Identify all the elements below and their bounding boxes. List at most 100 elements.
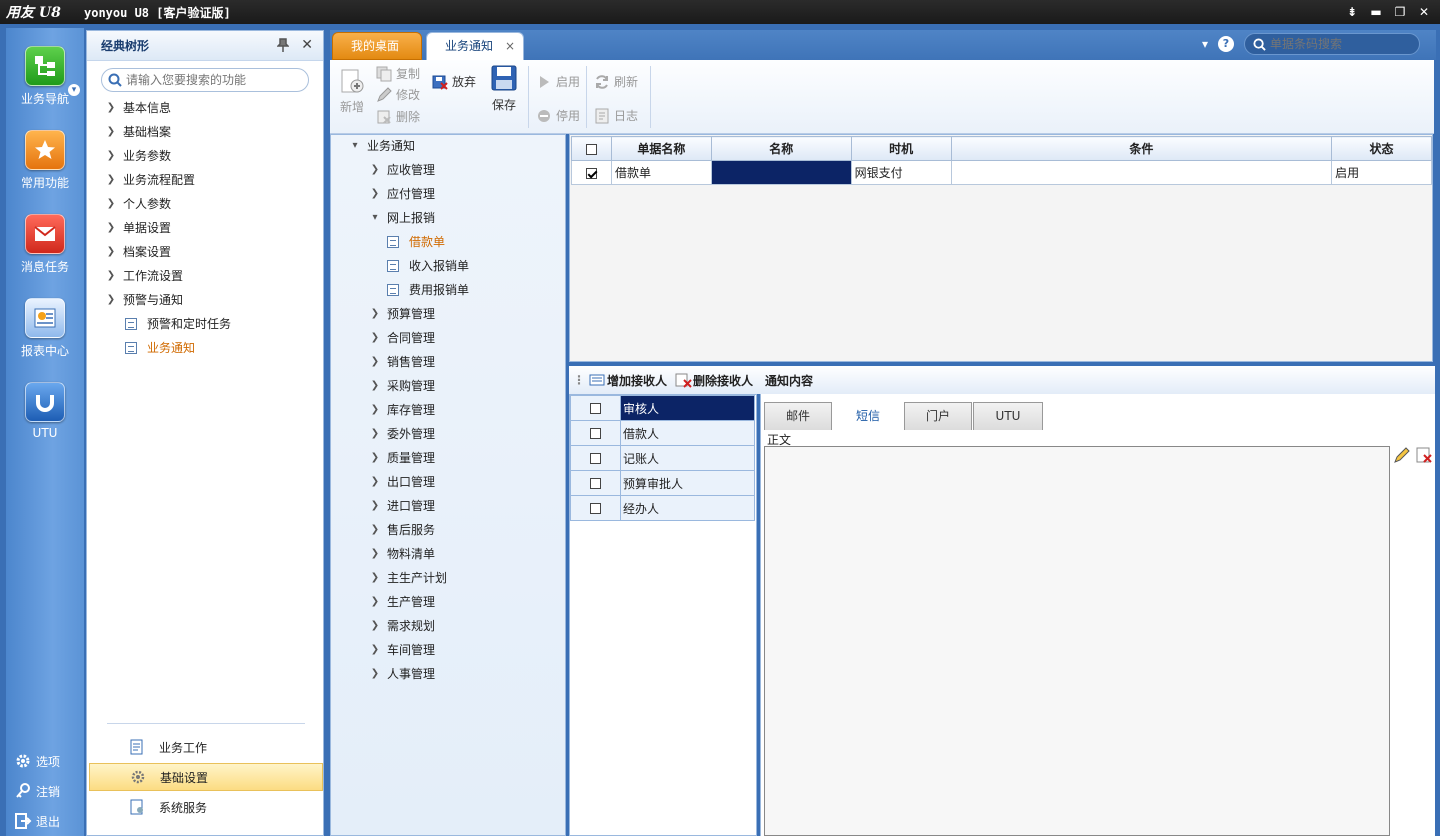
table-row[interactable]: 借款单 网银支付 启用 (571, 160, 1432, 185)
mid-tree-item[interactable]: ❯ 预算管理 (369, 303, 435, 325)
mid-tree-item[interactable]: ❯ 主生产计划 (369, 567, 447, 589)
tab-portal[interactable]: 门户 (904, 402, 972, 430)
mid-tree-item[interactable]: ❯ 应收管理 (369, 159, 435, 181)
mid-tree-item[interactable]: 费用报销单 (387, 279, 469, 301)
tree-item-alerts[interactable]: ❯ 预警与通知 (105, 289, 183, 311)
delete-button[interactable]: 删除 (376, 108, 420, 125)
receiver-name[interactable]: 预算审批人 (620, 470, 755, 496)
barcode-search[interactable] (1244, 33, 1420, 55)
add-receiver-button[interactable]: 增加接收人 (589, 372, 667, 389)
doc-name-cell[interactable]: 借款单 (610, 160, 712, 185)
status-cell[interactable]: 启用 (1331, 160, 1432, 185)
mid-tree-item[interactable]: ❯ 应付管理 (369, 183, 435, 205)
timing-cell[interactable]: 网银支付 (850, 160, 952, 185)
nav-report-center[interactable]: 报表中心 (6, 298, 84, 359)
function-search-input[interactable] (126, 73, 296, 87)
tree-item-business-params[interactable]: ❯ 业务参数 (105, 145, 171, 167)
receiver-checkbox[interactable] (590, 428, 601, 439)
receiver-name[interactable]: 借款人 (620, 420, 755, 446)
tree-item-process-config[interactable]: ❯ 业务流程配置 (105, 169, 195, 191)
nav-common-functions[interactable]: 常用功能 (6, 130, 84, 191)
mid-tree-item[interactable]: ❯ 质量管理 (369, 447, 435, 469)
tree-item-scheduled-tasks[interactable]: 预警和定时任务 (125, 313, 231, 335)
edit-button[interactable]: 修改 (376, 86, 420, 103)
function-search[interactable] (101, 68, 309, 92)
mid-tree-item[interactable]: ❯ 售后服务 (369, 519, 435, 541)
tree-item-basic-archive[interactable]: ❯ 基础档案 (105, 121, 171, 143)
mid-tree-item[interactable]: ❯ 采购管理 (369, 375, 435, 397)
edit-pencil-icon[interactable] (1393, 446, 1411, 464)
log-button[interactable]: 日志 (594, 107, 638, 124)
mid-tree-item[interactable]: ▾ 网上报销 (369, 207, 435, 229)
clear-icon[interactable] (1415, 446, 1433, 464)
mid-tree-item[interactable]: ❯ 车间管理 (369, 639, 435, 661)
enable-button[interactable]: 启用 (536, 73, 580, 90)
options-link[interactable]: 选项 (14, 752, 60, 770)
pin-icon[interactable] (276, 38, 290, 55)
mid-tree-item[interactable]: ❯ 人事管理 (369, 663, 435, 685)
mid-tree-item[interactable]: ❯ 委外管理 (369, 423, 435, 445)
mid-tree-item[interactable]: 收入报销单 (387, 255, 469, 277)
copy-button[interactable]: 复制 (376, 65, 420, 82)
close-icon[interactable]: ✕ (1412, 2, 1436, 22)
abandon-button[interactable]: 放弃 (432, 73, 476, 90)
receiver-name[interactable]: 记账人 (620, 445, 755, 471)
nav-business-work[interactable]: 业务工作 (89, 733, 323, 761)
mid-tree-item-loan[interactable]: 借款单 (387, 231, 445, 253)
close-icon[interactable]: ✕ (301, 37, 313, 53)
condition-cell[interactable] (950, 160, 1333, 185)
receiver-checkbox[interactable] (590, 453, 601, 464)
dropdown-icon[interactable]: ▾ (1202, 37, 1208, 51)
table-row[interactable]: 借款人 (570, 420, 755, 446)
chevron-down-icon[interactable]: ▾ (68, 84, 80, 96)
mid-tree-item[interactable]: ❯ 物料清单 (369, 543, 435, 565)
delete-receiver-button[interactable]: 删除接收人 (675, 372, 753, 389)
logout-link[interactable]: 注销 (14, 782, 60, 800)
tree-item-personal-params[interactable]: ❯ 个人参数 (105, 193, 171, 215)
receiver-checkbox[interactable] (590, 403, 601, 414)
mid-tree-item[interactable]: ❯ 出口管理 (369, 471, 435, 493)
tab-business-notice[interactable]: 业务通知 × (426, 32, 524, 60)
nav-basic-settings[interactable]: 基础设置 (89, 763, 323, 791)
restore-icon[interactable]: ❐ (1388, 2, 1412, 22)
exit-link[interactable]: 退出 (14, 812, 60, 830)
column-header[interactable]: 时机 (850, 136, 952, 161)
disable-button[interactable]: 停用 (536, 107, 580, 124)
save-button[interactable]: 保存 (490, 64, 518, 113)
column-header[interactable]: 状态 (1331, 136, 1432, 161)
table-row[interactable]: 经办人 (570, 495, 755, 521)
receiver-checkbox[interactable] (590, 503, 601, 514)
name-cell[interactable] (710, 160, 852, 185)
row-checkbox[interactable] (585, 167, 597, 179)
mid-tree-item[interactable]: ❯ 生产管理 (369, 591, 435, 613)
select-all-checkbox[interactable] (585, 143, 597, 155)
help-icon[interactable]: ? (1218, 36, 1234, 52)
tab-my-desktop[interactable]: 我的桌面 (332, 32, 422, 60)
table-row[interactable]: 记账人 (570, 445, 755, 471)
receiver-checkbox[interactable] (590, 478, 601, 489)
column-header[interactable]: 单据名称 (610, 136, 712, 161)
new-button[interactable]: 新增 (338, 68, 366, 115)
mid-tree-item[interactable]: ❯ 库存管理 (369, 399, 435, 421)
nav-system-service[interactable]: 系统服务 (89, 793, 323, 821)
mid-tree-root[interactable]: ▾ 业务通知 (349, 135, 415, 157)
column-header[interactable]: 条件 (950, 136, 1333, 161)
tree-item-business-notice[interactable]: 业务通知 (125, 337, 195, 359)
nav-business-guide[interactable]: 业务导航 ▾ (6, 46, 84, 107)
tree-item-doc-settings[interactable]: ❯ 单据设置 (105, 217, 171, 239)
tree-item-archive-settings[interactable]: ❯ 档案设置 (105, 241, 171, 263)
table-row[interactable]: 审核人 (570, 395, 755, 421)
menu-icon[interactable]: ⇟ (1340, 2, 1364, 22)
tree-item-workflow-settings[interactable]: ❯ 工作流设置 (105, 265, 183, 287)
tab-utu[interactable]: UTU (973, 402, 1043, 430)
mid-tree-item[interactable]: ❯ 合同管理 (369, 327, 435, 349)
nav-utu[interactable]: UTU (6, 382, 84, 440)
column-header[interactable]: 名称 (710, 136, 852, 161)
body-textarea[interactable] (764, 446, 1390, 836)
close-icon[interactable]: × (505, 33, 515, 59)
mid-tree-item[interactable]: ❯ 销售管理 (369, 351, 435, 373)
tab-email[interactable]: 邮件 (764, 402, 832, 430)
refresh-button[interactable]: 刷新 (594, 73, 638, 90)
mid-tree-item[interactable]: ❯ 进口管理 (369, 495, 435, 517)
receiver-name[interactable]: 经办人 (620, 495, 755, 521)
